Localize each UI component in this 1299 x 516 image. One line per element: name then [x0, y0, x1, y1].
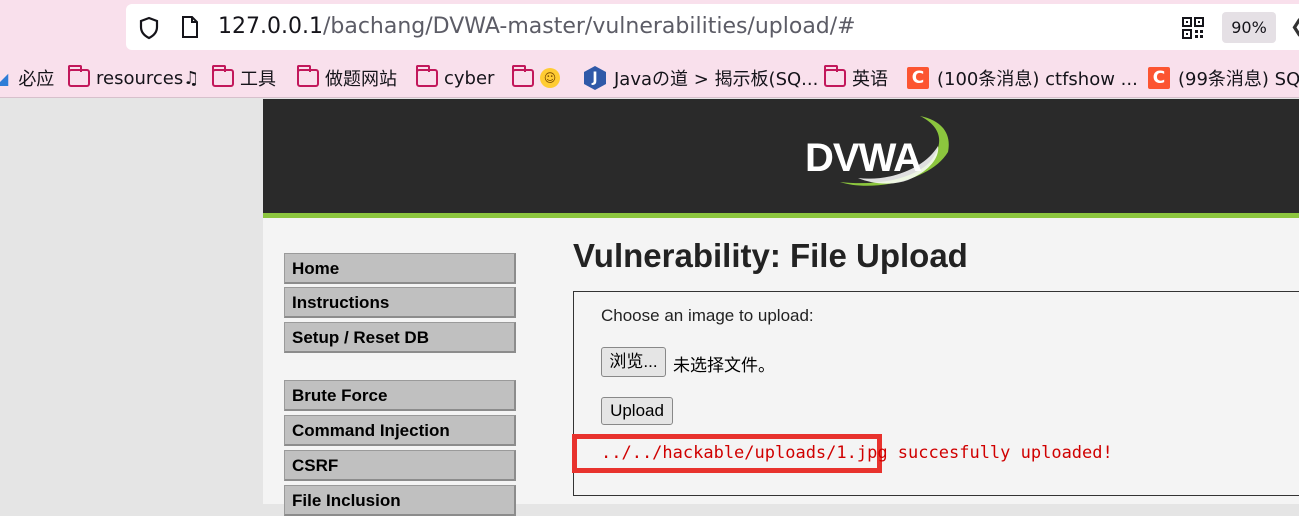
bookmark-label: (99条消息) SQL [1178, 69, 1299, 90]
bookmark-label: 工具 [240, 69, 276, 90]
menu-item-setup-reset-db[interactable]: Setup / Reset DB [284, 322, 516, 353]
bookmark-label: 英语 [852, 69, 888, 90]
menu-item-home[interactable]: Home [284, 253, 516, 284]
dvwa-logo-text[interactable]: DVWA [805, 136, 922, 181]
bookmark-english[interactable]: 英语 [824, 65, 888, 90]
url-host: 127.0.0.1 [218, 14, 323, 39]
folder-icon [212, 65, 234, 87]
bookmark-tools[interactable]: 工具 [212, 65, 276, 90]
bookmark-resources[interactable]: resources♫ [68, 65, 200, 90]
bookmark-emoji-folder[interactable]: ☺ [512, 65, 560, 90]
menu-item-command-injection[interactable]: Command Injection [284, 415, 516, 446]
bing-icon: ◢ [0, 69, 8, 88]
bookmark-sql[interactable]: C (99条消息) SQL [1148, 66, 1299, 90]
bookmark-cyber[interactable]: cyber [416, 65, 495, 90]
shield-icon[interactable] [138, 16, 160, 40]
bookmark-label: cyber [444, 67, 495, 89]
url-text[interactable]: 127.0.0.1/bachang/DVWA-master/vulnerabil… [218, 14, 856, 39]
bookmark-bing[interactable]: ◢ 必应 [0, 66, 55, 91]
bookmark-label: resources♫ [96, 67, 200, 89]
url-path: /bachang/DVWA-master/vulnerabilities/upl… [322, 14, 856, 39]
java-badge-icon: J [584, 66, 606, 90]
no-file-selected-text: 未选择文件。 [673, 356, 775, 375]
menu-item-csrf[interactable]: CSRF [284, 450, 516, 481]
folder-icon [824, 65, 846, 87]
bookmark-label: 做题网站 [325, 69, 397, 90]
smiley-emoji-icon: ☺ [540, 68, 560, 88]
bookmarks-bar: ◢ 必应 resources♫ 工具 做题网站 cyber ☺ J Javaの道… [0, 58, 1299, 98]
folder-icon [512, 65, 534, 87]
csdn-icon: C [1148, 67, 1170, 89]
folder-icon [297, 65, 319, 87]
upload-button[interactable]: Upload [601, 397, 673, 425]
zoom-level-button[interactable]: 90% [1222, 12, 1276, 43]
bookmark-java[interactable]: J Javaの道 > 揭示板(SQ... [584, 66, 818, 90]
folder-icon [416, 65, 438, 87]
bookmark-label: Javaの道 > 揭示板(SQ... [614, 69, 819, 90]
dvwa-header [263, 99, 1299, 213]
page-margin [0, 99, 263, 504]
csdn-icon: C [907, 67, 929, 89]
overflow-arrow-icon[interactable]: ❮ [1290, 16, 1299, 37]
folder-icon [68, 65, 90, 87]
bookmark-practice-sites[interactable]: 做题网站 [297, 65, 397, 90]
menu-item-file-inclusion[interactable]: File Inclusion [284, 485, 516, 516]
browse-file-button[interactable]: 浏览... [601, 347, 666, 377]
bookmark-label: (100条消息) ctfshow ... [937, 69, 1138, 90]
upload-result-message: ../../hackable/uploads/1.jpg succesfully… [601, 443, 1113, 463]
menu-item-instructions[interactable]: Instructions [284, 287, 516, 318]
menu-item-brute-force[interactable]: Brute Force [284, 380, 516, 411]
bookmark-label: 必应 [18, 69, 55, 90]
page-title: Vulnerability: File Upload [573, 237, 968, 274]
bookmark-ctfshow[interactable]: C (100条消息) ctfshow ... [907, 66, 1138, 90]
qr-code-icon[interactable] [1182, 17, 1204, 39]
choose-image-label: Choose an image to upload: [601, 306, 814, 325]
page-icon[interactable] [181, 16, 199, 38]
